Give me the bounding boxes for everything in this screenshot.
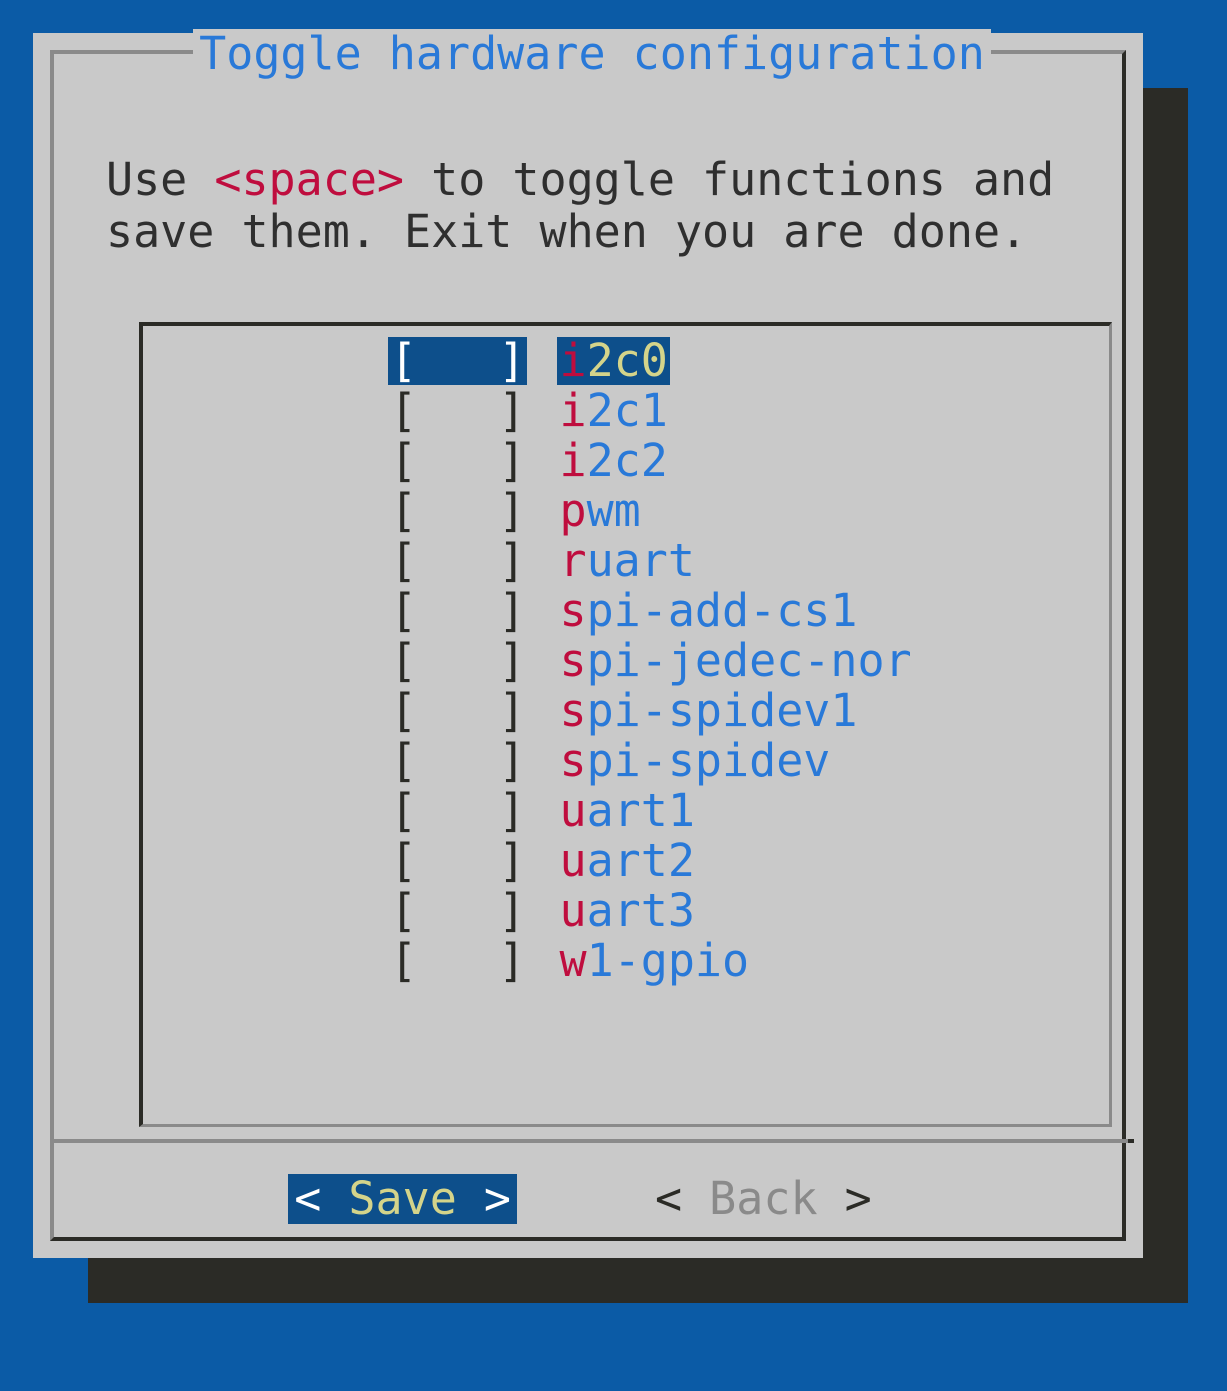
- list-item-label: w1-gpio: [557, 937, 751, 985]
- list-item-hotkey: u: [559, 834, 587, 887]
- list-item-hotkey: w: [559, 934, 587, 987]
- list-item[interactable]: [ ] i2c2: [143, 436, 1109, 486]
- list-item-hotkey: i: [559, 434, 587, 487]
- button-separator: [54, 1139, 1134, 1143]
- list-item-name: pi-spidev: [586, 734, 831, 787]
- list-item-label: spi-add-cs1: [557, 587, 859, 635]
- save-button[interactable]: < Save >: [288, 1174, 517, 1224]
- list-item[interactable]: [ ] spi-jedec-nor: [143, 636, 1109, 686]
- checkbox-spi-spidev[interactable]: [ ]: [388, 737, 527, 785]
- separator-end-cap: [1128, 1139, 1134, 1143]
- list-item-name: uart: [586, 534, 695, 587]
- save-button-label: Save: [321, 1172, 484, 1225]
- list-item-hotkey: p: [559, 484, 587, 537]
- list-item-name: art2: [586, 834, 695, 887]
- list-item-label: i2c1: [557, 387, 669, 435]
- list-item[interactable]: [ ] w1-gpio: [143, 936, 1109, 986]
- list-item[interactable]: [ ] spi-add-cs1: [143, 586, 1109, 636]
- list-item-name: 2c0: [586, 334, 668, 387]
- list-item[interactable]: [ ] uart1: [143, 786, 1109, 836]
- checkbox-pwm[interactable]: [ ]: [388, 487, 527, 535]
- list-item[interactable]: [ ] ruart: [143, 536, 1109, 586]
- list-item-hotkey: s: [559, 734, 587, 787]
- back-left-bracket-icon: <: [655, 1172, 683, 1225]
- list-item[interactable]: [ ] spi-spidev1: [143, 686, 1109, 736]
- list-item[interactable]: [ ] spi-spidev: [143, 736, 1109, 786]
- list-item-label: spi-spidev: [557, 737, 832, 785]
- list-item-name: pi-jedec-nor: [586, 634, 912, 687]
- checkbox-uart1[interactable]: [ ]: [388, 787, 527, 835]
- dialog-button-row: < Save > < Back >: [54, 1164, 1130, 1234]
- hardware-function-list: [ ] i2c0[ ] i2c1[ ] i2c2[ ] pwm[ ] ruart[ ] sp…: [143, 336, 1109, 986]
- instructions-line1-prefix: Use: [106, 153, 215, 206]
- checkbox-i2c0[interactable]: [ ]: [388, 337, 528, 385]
- list-item-hotkey: i: [559, 384, 587, 437]
- checkbox-spi-jedec-nor[interactable]: [ ]: [388, 637, 527, 685]
- instructions-text: Use <space> to toggle functions and save…: [106, 154, 1086, 258]
- page-title: Toggle hardware configuration: [193, 29, 991, 79]
- checkbox-i2c2[interactable]: [ ]: [388, 437, 527, 485]
- checkbox-spi-spidev1[interactable]: [ ]: [388, 687, 527, 735]
- list-item-name: 2c2: [586, 434, 668, 487]
- list-item-hotkey: s: [559, 584, 587, 637]
- list-item-hotkey: i: [559, 334, 587, 387]
- checkbox-ruart[interactable]: [ ]: [388, 537, 527, 585]
- hardware-function-listbox[interactable]: [ ] i2c0[ ] i2c1[ ] i2c2[ ] pwm[ ] ruart[ ] sp…: [139, 322, 1112, 1127]
- list-item[interactable]: [ ] uart2: [143, 836, 1109, 886]
- list-item-hotkey: u: [559, 884, 587, 937]
- list-item-label: ruart: [557, 537, 696, 585]
- terminal-screen: Toggle hardware configuration Use <space…: [0, 0, 1227, 1391]
- list-item-label: uart3: [557, 887, 696, 935]
- checkbox-i2c1[interactable]: [ ]: [388, 387, 527, 435]
- list-item-label: spi-spidev1: [557, 687, 859, 735]
- save-right-bracket-icon: >: [483, 1172, 511, 1225]
- list-item-hotkey: s: [559, 684, 587, 737]
- back-button[interactable]: < Back >: [649, 1174, 878, 1224]
- list-item-hotkey: r: [559, 534, 587, 587]
- list-item[interactable]: [ ] i2c1: [143, 386, 1109, 436]
- list-item-label: i2c2: [557, 437, 669, 485]
- list-item-name: 2c1: [586, 384, 668, 437]
- dialog-frame: Toggle hardware configuration Use <space…: [50, 29, 1134, 1241]
- list-item-hotkey: u: [559, 784, 587, 837]
- list-item-label: i2c0: [557, 334, 670, 387]
- checkbox-uart2[interactable]: [ ]: [388, 837, 527, 885]
- checkbox-w1-gpio[interactable]: [ ]: [388, 937, 527, 985]
- list-item[interactable]: [ ] uart3: [143, 886, 1109, 936]
- list-item-name: 1-gpio: [586, 934, 750, 987]
- save-left-bracket-icon: <: [294, 1172, 322, 1225]
- list-item-name: wm: [586, 484, 641, 537]
- back-right-bracket-icon: >: [844, 1172, 872, 1225]
- list-item-label: uart1: [557, 787, 696, 835]
- list-item-name: art1: [586, 784, 695, 837]
- checkbox-uart3[interactable]: [ ]: [388, 887, 527, 935]
- instructions-space-key: <space>: [214, 153, 405, 206]
- instructions-line1-suffix: to toggle functions and: [404, 153, 1055, 206]
- list-item-hotkey: s: [559, 634, 587, 687]
- list-item-name: pi-add-cs1: [586, 584, 858, 637]
- checkbox-spi-add-cs1[interactable]: [ ]: [388, 587, 527, 635]
- dialog-title-bar: Toggle hardware configuration: [54, 26, 1130, 82]
- list-item-name: art3: [586, 884, 695, 937]
- instructions-line2: save them. Exit when you are done.: [106, 205, 1028, 258]
- list-item[interactable]: [ ] i2c0: [143, 336, 1109, 386]
- list-item[interactable]: [ ] pwm: [143, 486, 1109, 536]
- back-button-label: Back: [682, 1172, 845, 1225]
- list-item-name: pi-spidev1: [586, 684, 858, 737]
- list-item-label: pwm: [557, 487, 642, 535]
- list-item-label: uart2: [557, 837, 696, 885]
- list-item-label: spi-jedec-nor: [557, 637, 913, 685]
- hardware-config-dialog: Toggle hardware configuration Use <space…: [33, 29, 1143, 1258]
